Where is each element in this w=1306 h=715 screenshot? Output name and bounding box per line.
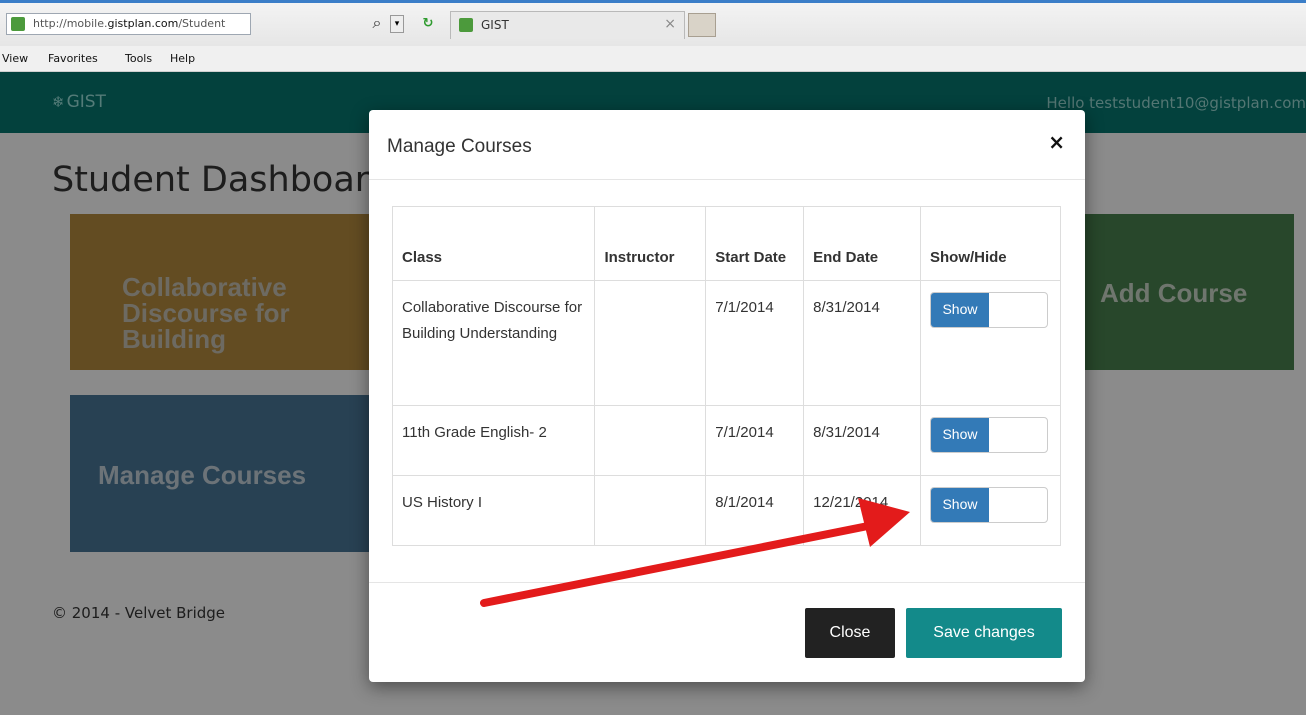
modal-footer: Close Save changes [369, 582, 1085, 682]
menu-bar: View Favorites Tools Help [0, 46, 1306, 72]
toggle-show-label: Show [930, 293, 989, 327]
table-row: US History I 8/1/2014 12/21/2014 Show [391, 475, 1062, 546]
cell-show-hide: Show [919, 405, 1062, 476]
cell-class: US History I [391, 475, 596, 546]
col-header-instructor: Instructor [594, 206, 707, 281]
cell-instructor [594, 475, 707, 546]
address-bar[interactable]: http://mobile.gistplan.com/Student [6, 13, 251, 35]
new-tab-button[interactable] [688, 13, 716, 37]
site-favicon-icon [11, 17, 25, 31]
table-row: Collaborative Discourse for Building Und… [391, 280, 1062, 406]
address-prefix: http://mobile. [33, 17, 108, 30]
col-header-class: Class [391, 206, 596, 281]
cell-end-date: 8/31/2014 [803, 405, 921, 476]
cell-end-date: 8/31/2014 [803, 280, 921, 406]
toggle-show-label: Show [930, 488, 989, 522]
col-header-start-date: Start Date [705, 206, 805, 281]
menu-favorites[interactable]: Favorites [48, 52, 98, 65]
cell-end-date: 12/21/2014 [803, 475, 921, 546]
manage-courses-modal: Manage Courses × Class Instructor Start … [369, 110, 1085, 682]
cell-start-date: 8/1/2014 [705, 475, 805, 546]
refresh-icon[interactable]: ↻ [416, 13, 440, 35]
cell-instructor [594, 280, 707, 406]
tab-title: GIST [481, 18, 509, 32]
cell-start-date: 7/1/2014 [705, 405, 805, 476]
cell-class: Collaborative Discourse for Building Und… [391, 280, 596, 406]
menu-view[interactable]: View [2, 52, 28, 65]
show-hide-toggle[interactable]: Show [929, 417, 1048, 453]
close-icon[interactable]: × [1048, 130, 1065, 154]
address-dropdown-icon[interactable]: ▾ [390, 15, 404, 33]
cell-class: 11th Grade English- 2 [391, 405, 596, 476]
cell-show-hide: Show [919, 280, 1062, 406]
show-hide-toggle[interactable]: Show [929, 487, 1048, 523]
modal-header: Manage Courses × [369, 110, 1085, 180]
menu-tools[interactable]: Tools [125, 52, 152, 65]
toggle-show-label: Show [930, 418, 989, 452]
browser-toolbar: http://mobile.gistplan.com/Student ⌕ ▾ ↻… [0, 0, 1306, 46]
window-border [0, 0, 1306, 3]
col-header-show-hide: Show/Hide [919, 206, 1062, 281]
cell-show-hide: Show [919, 475, 1062, 546]
table-header-row: Class Instructor Start Date End Date Sho… [391, 206, 1062, 281]
show-hide-toggle[interactable]: Show [929, 292, 1048, 328]
save-changes-button[interactable]: Save changes [906, 608, 1062, 658]
tab-close-icon[interactable]: × [664, 16, 676, 32]
menu-help[interactable]: Help [170, 52, 195, 65]
table-row: 11th Grade English- 2 7/1/2014 8/31/2014… [391, 405, 1062, 476]
address-path: /Student [178, 17, 226, 30]
cell-start-date: 7/1/2014 [705, 280, 805, 406]
col-header-end-date: End Date [803, 206, 921, 281]
courses-table: Class Instructor Start Date End Date Sho… [391, 206, 1062, 546]
address-host: gistplan.com [107, 17, 179, 30]
search-icon[interactable]: ⌕ [366, 13, 388, 35]
close-button[interactable]: Close [805, 608, 895, 658]
browser-tab[interactable]: GIST × [450, 11, 685, 39]
tab-favicon-icon [459, 18, 473, 32]
cell-instructor [594, 405, 707, 476]
modal-title: Manage Courses [387, 136, 532, 157]
